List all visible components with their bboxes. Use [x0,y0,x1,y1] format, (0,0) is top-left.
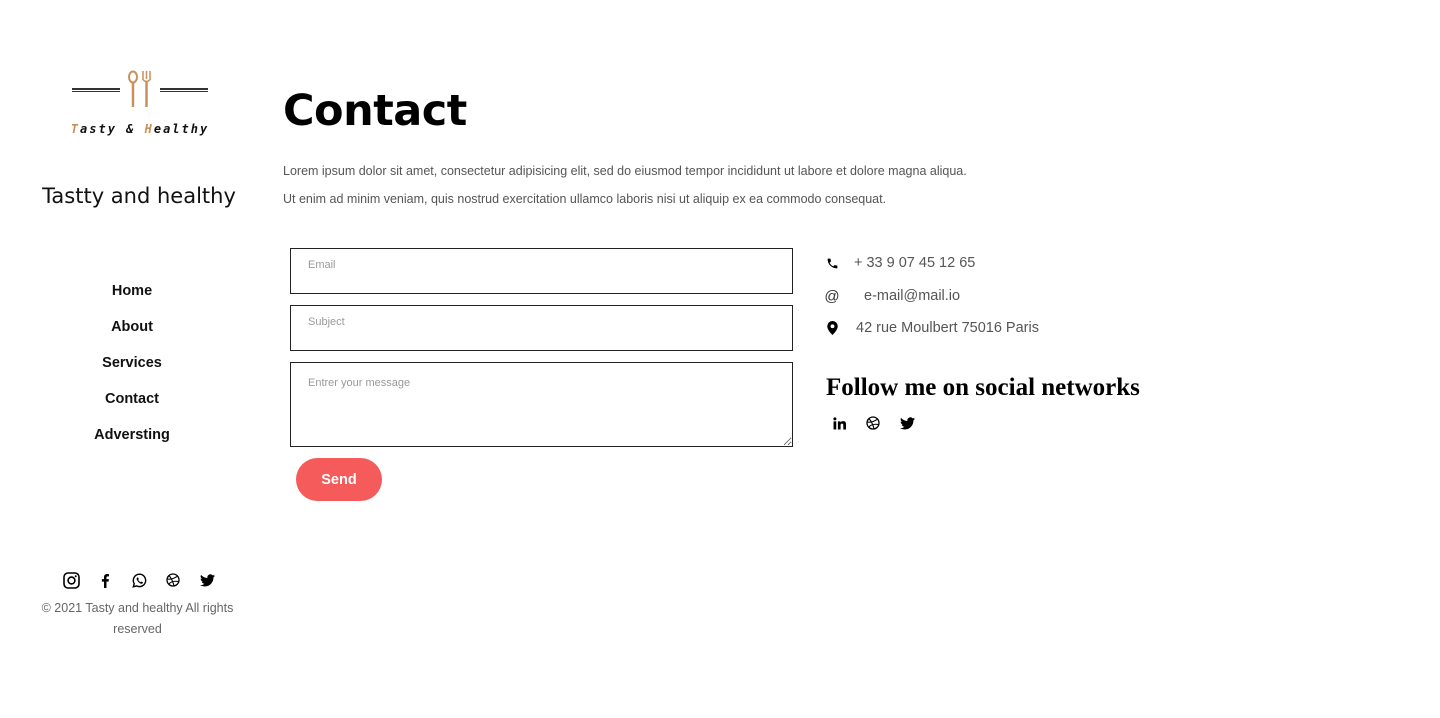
nav-item-services[interactable]: Services [40,352,224,388]
follow-heading: Follow me on social networks [826,374,1140,401]
subject-field[interactable] [290,305,793,351]
cutlery-icon [128,70,152,107]
at-sign-icon: @ [824,287,840,305]
follow-social-links [830,413,916,433]
nav-item-adversting[interactable]: Adversting [40,424,224,460]
sidebar-social-links [60,569,218,591]
logo-line-right [160,88,208,92]
intro-line-1: Lorem ipsum dolor sit amet, consectetur … [283,164,967,178]
page-title: Contact [283,86,467,136]
site-name: Tastty and healthy [42,184,236,208]
sidebar-nav: Home About Services Contact Adversting [40,280,224,460]
map-pin-icon [824,320,840,336]
logo-wordmark: Tasty & Healthy [70,122,210,136]
whatsapp-icon[interactable] [128,569,150,591]
nav-item-home[interactable]: Home [40,280,224,316]
contact-email: @ e-mail@mail.io [824,287,960,305]
send-button[interactable]: Send [296,458,382,501]
instagram-icon[interactable] [60,569,82,591]
phone-icon [824,255,840,271]
twitter-icon[interactable] [898,413,916,433]
email-address[interactable]: e-mail@mail.io [864,288,960,304]
facebook-icon[interactable] [94,569,116,591]
dribbble-icon[interactable] [162,569,184,591]
email-field[interactable] [290,248,793,294]
linkedin-icon[interactable] [830,413,848,433]
intro-line-2: Ut enim ad minim veniam, quis nostrud ex… [283,192,887,206]
dribbble-icon[interactable] [864,413,882,433]
contact-phone: + 33 9 07 45 12 65 [824,255,975,271]
street-address: 42 rue Moulbert 75016 Paris [856,320,1039,336]
logo-line-left [72,88,120,92]
contact-address: 42 rue Moulbert 75016 Paris [824,320,1039,336]
nav-item-contact[interactable]: Contact [40,388,224,424]
intro-text: Lorem ipsum dolor sit amet, consectetur … [283,157,967,213]
nav-item-about[interactable]: About [40,316,224,352]
site-logo[interactable]: Tasty & Healthy [62,66,218,146]
message-textarea[interactable] [290,362,793,447]
twitter-icon[interactable] [196,569,218,591]
phone-number: + 33 9 07 45 12 65 [854,255,976,271]
copyright-notice: © 2021 Tasty and healthy All rights rese… [41,601,234,636]
